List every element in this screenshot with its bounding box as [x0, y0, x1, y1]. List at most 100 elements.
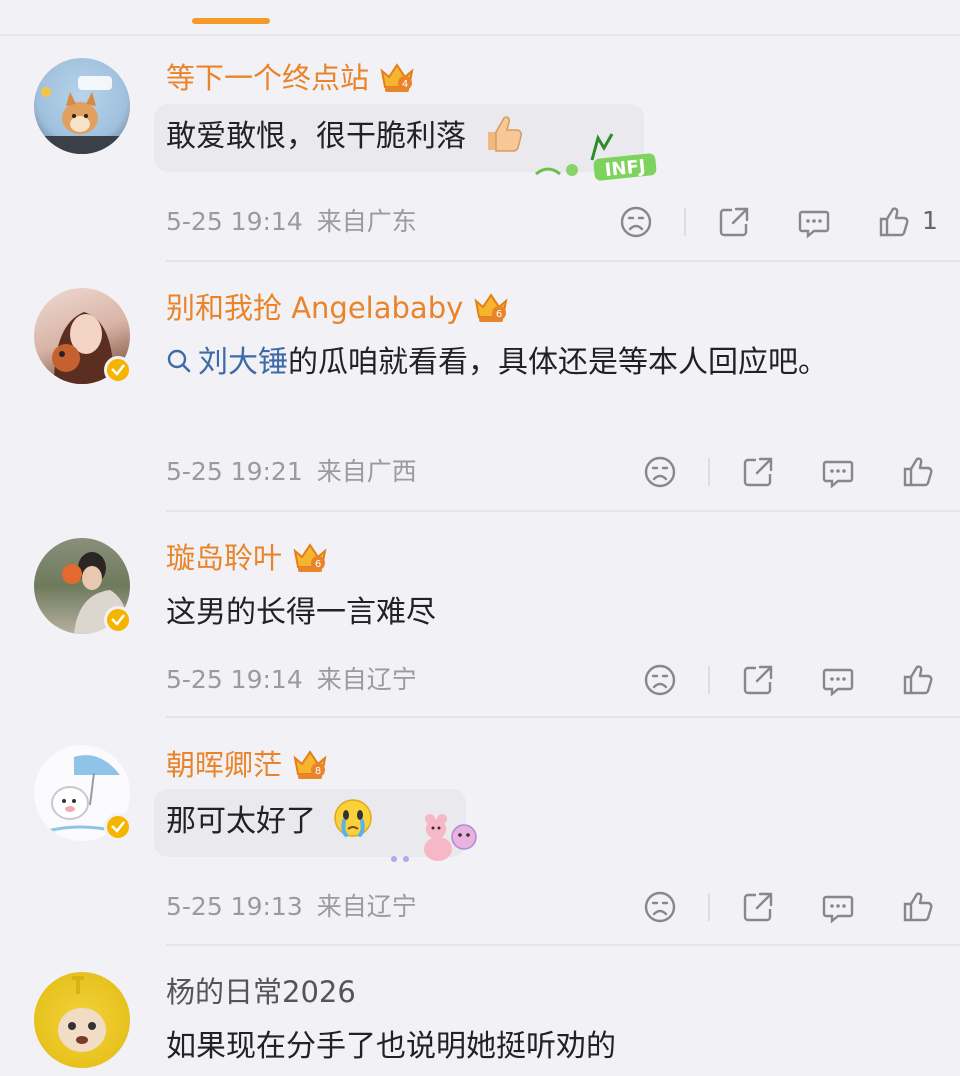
like-button[interactable]	[876, 204, 912, 240]
comment-feed: 等下一个终点站 4 敢爱敢恨，很干脆利落 INFJ 5-25 19:14 来自广…	[0, 0, 960, 1069]
share-button[interactable]	[740, 662, 776, 698]
avatar[interactable]	[34, 58, 130, 154]
comment-time: 5-25 19:21	[166, 457, 303, 486]
share-icon	[743, 457, 773, 487]
comment-location: 来自广西	[316, 457, 417, 486]
comment-button[interactable]	[820, 662, 856, 698]
username[interactable]: 杨的日常2026	[166, 972, 356, 1012]
comment-icon	[798, 210, 830, 239]
svg-text:4: 4	[402, 79, 408, 90]
comment-meta: 5-25 19:14 来自辽宁	[166, 664, 417, 696]
vip-crown-icon: 6	[474, 293, 508, 322]
header-divider	[0, 34, 960, 36]
crying-face-emoji-icon	[333, 799, 372, 837]
verified-badge-icon	[104, 356, 132, 384]
vip-crown-icon: 8	[293, 750, 327, 779]
share-icon	[743, 665, 773, 695]
thumbs-up-icon	[903, 457, 933, 487]
username[interactable]: 等下一个终点站 4	[166, 58, 415, 98]
like-button[interactable]	[900, 662, 936, 698]
comment-item: 别和我抢 Angelababy 6 刘大锤的瓜咱就看看，具体还是等本人回应吧。 …	[0, 288, 960, 498]
username[interactable]: 别和我抢 Angelababy 6	[166, 288, 509, 328]
dislike-button[interactable]	[642, 454, 678, 490]
comment-location: 来自辽宁	[316, 665, 417, 694]
comment-button[interactable]	[820, 454, 856, 490]
username[interactable]: 朝晖卿茫 8	[166, 745, 328, 785]
comment-time: 5-25 19:14	[166, 665, 303, 694]
comment-divider	[166, 944, 960, 946]
comment-divider	[166, 716, 960, 718]
username-text[interactable]: 等下一个终点站	[166, 58, 369, 98]
verified-badge-icon	[104, 813, 132, 841]
bear-sticker-icon	[391, 814, 477, 862]
action-divider	[708, 666, 710, 694]
like-button[interactable]	[900, 454, 936, 490]
comment-divider	[166, 510, 960, 512]
dislike-button[interactable]	[618, 204, 654, 240]
sad-face-icon	[644, 891, 676, 923]
svg-text:8: 8	[315, 766, 321, 777]
comment-text-content: 这男的长得一言难尽	[166, 595, 436, 630]
comment-text-content: 的瓜咱就看看，具体还是等本人回应吧。	[288, 345, 828, 380]
tab-indicator	[192, 18, 270, 24]
username[interactable]: 璇岛聆叶 6	[166, 538, 328, 578]
like-button[interactable]	[900, 889, 936, 925]
comment-button[interactable]	[796, 204, 832, 240]
username-text[interactable]: 别和我抢 Angelababy	[166, 288, 463, 328]
share-button[interactable]	[740, 889, 776, 925]
action-divider	[708, 893, 710, 921]
comment-text-content: 如果现在分手了也说明她挺听劝的	[166, 1029, 616, 1064]
thumbs-up-icon	[879, 207, 909, 237]
action-bar	[640, 454, 940, 494]
search-term[interactable]: 刘大锤	[198, 345, 288, 380]
comment-text-content: 那可太好了	[166, 804, 316, 839]
username-text[interactable]: 朝晖卿茫	[166, 745, 282, 785]
comment-text: 这男的长得一言难尽	[166, 584, 896, 642]
comment-location: 来自辽宁	[316, 892, 417, 921]
comment-icon	[822, 460, 854, 489]
avatar[interactable]	[34, 288, 132, 384]
dislike-button[interactable]	[642, 662, 678, 698]
comment-text: 如果现在分手了也说明她挺听劝的	[166, 1018, 896, 1076]
share-icon	[743, 892, 773, 922]
comment-item: 杨的日常2026 如果现在分手了也说明她挺听劝的	[0, 972, 960, 1069]
action-bar: 1	[616, 204, 946, 244]
comment-button[interactable]	[820, 889, 856, 925]
vip-crown-icon: 6	[293, 543, 327, 572]
thumbs-up-icon	[903, 665, 933, 695]
comment-text-content: 敢爱敢恨，很干脆利落	[166, 119, 466, 154]
search-topic-link[interactable]: 刘大锤	[166, 345, 288, 380]
share-button[interactable]	[716, 204, 752, 240]
action-divider	[684, 208, 686, 236]
comment-item: 朝晖卿茫 8 那可太好了 5-25 19:13 来自辽宁	[0, 745, 960, 935]
username-text[interactable]: 杨的日常2026	[166, 972, 356, 1012]
avatar[interactable]	[34, 745, 132, 841]
comment-meta: 5-25 19:21 来自广西	[166, 456, 417, 488]
avatar[interactable]	[34, 972, 130, 1068]
svg-text:INFJ: INFJ	[604, 156, 647, 181]
comment-location: 来自广东	[316, 207, 417, 236]
comment-item: 璇岛聆叶 6 这男的长得一言难尽 5-25 19:14 来自辽宁	[0, 538, 960, 708]
search-icon	[167, 349, 191, 373]
comment-time: 5-25 19:14	[166, 207, 303, 236]
sad-face-icon	[644, 456, 676, 488]
action-divider	[708, 458, 710, 486]
verified-badge-icon	[104, 606, 132, 634]
username-text[interactable]: 璇岛聆叶	[166, 538, 282, 578]
comment-text: 敢爱敢恨，很干脆利落	[166, 108, 896, 166]
infj-sticker-icon: INFJ	[535, 133, 657, 181]
avatar[interactable]	[34, 538, 132, 634]
thumbs-up-emoji-icon	[487, 116, 522, 152]
share-button[interactable]	[740, 454, 776, 490]
share-icon	[719, 207, 749, 237]
comment-icon	[822, 668, 854, 697]
sad-face-icon	[620, 206, 652, 238]
comment-text: 刘大锤的瓜咱就看看，具体还是等本人回应吧。	[166, 334, 896, 392]
dislike-button[interactable]	[642, 889, 678, 925]
thumbs-up-icon	[903, 892, 933, 922]
action-bar	[640, 662, 940, 702]
action-bar	[640, 889, 940, 929]
comment-meta: 5-25 19:14 来自广东	[166, 206, 417, 238]
sad-face-icon	[644, 664, 676, 696]
svg-text:6: 6	[496, 309, 502, 320]
